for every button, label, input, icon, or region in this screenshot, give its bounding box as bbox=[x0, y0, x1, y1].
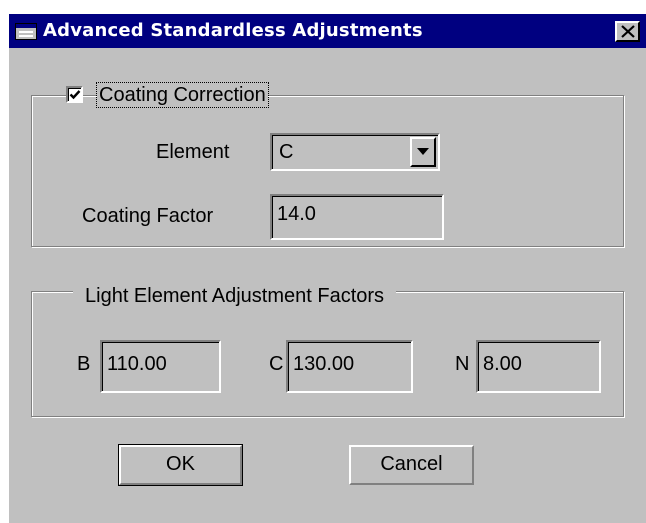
coating-factor-label: Coating Factor bbox=[82, 205, 214, 227]
carbon-label: C bbox=[269, 353, 284, 375]
element-select-value: C bbox=[279, 141, 294, 163]
nitrogen-factor-field[interactable]: 8.00 bbox=[476, 340, 601, 393]
coating-factor-value: 14.0 bbox=[277, 203, 316, 225]
dialog-window: Advanced Standardless Adjustments Coatin… bbox=[9, 14, 646, 523]
light-element-legend: Light Element Adjustment Factors bbox=[73, 284, 397, 308]
window-title: Advanced Standardless Adjustments bbox=[43, 20, 423, 41]
carbon-factor-value: 130.00 bbox=[293, 353, 355, 375]
window-icon bbox=[15, 23, 37, 40]
element-label: Element bbox=[156, 141, 230, 163]
ok-button[interactable]: OK bbox=[119, 445, 242, 485]
coating-correction-checkbox[interactable] bbox=[66, 86, 83, 103]
boron-factor-value: 110.00 bbox=[107, 353, 167, 375]
boron-factor-field[interactable]: 110.00 bbox=[100, 340, 221, 393]
coating-factor-field[interactable]: 14.0 bbox=[270, 194, 444, 240]
checkmark-icon bbox=[69, 90, 81, 100]
coating-correction-label[interactable]: Coating Correction bbox=[96, 82, 269, 108]
cancel-button[interactable]: Cancel bbox=[349, 445, 474, 485]
close-icon bbox=[621, 25, 635, 38]
close-button[interactable] bbox=[615, 21, 640, 42]
element-dropdown-button[interactable] bbox=[410, 137, 436, 167]
title-bar[interactable]: Advanced Standardless Adjustments bbox=[9, 14, 646, 48]
nitrogen-label: N bbox=[455, 353, 470, 375]
element-select[interactable]: C bbox=[270, 133, 440, 171]
carbon-factor-field[interactable]: 130.00 bbox=[286, 340, 413, 393]
chevron-down-icon bbox=[417, 148, 429, 155]
boron-label: B bbox=[77, 353, 91, 375]
nitrogen-factor-value: 8.00 bbox=[483, 353, 522, 375]
